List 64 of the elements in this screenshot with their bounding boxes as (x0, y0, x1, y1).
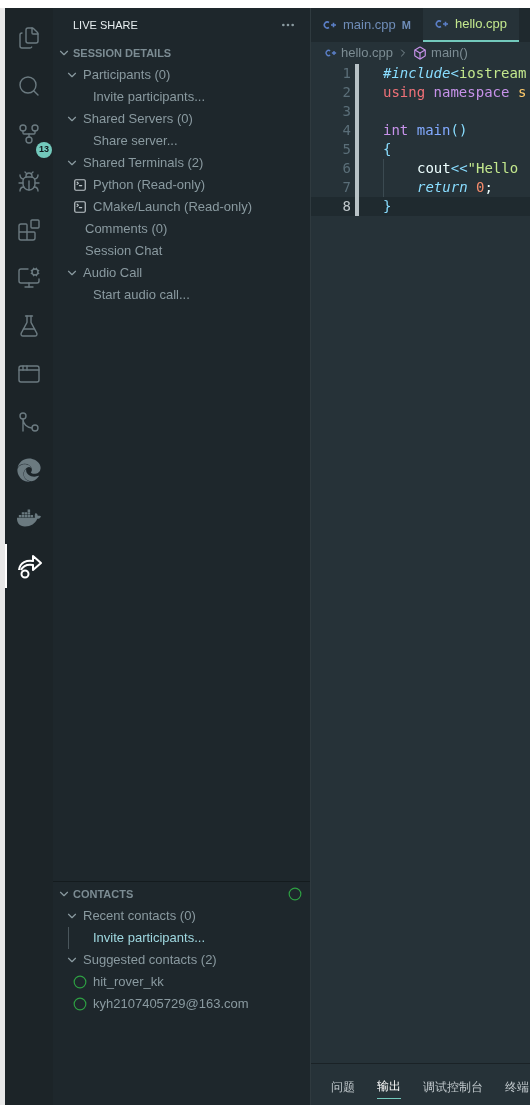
terminal-icon (73, 178, 87, 192)
editor-tab[interactable]: main.cpp M (311, 8, 423, 42)
tree-item[interactable]: Audio Call (83, 263, 143, 283)
line-number: 6 (341, 159, 352, 178)
line-number: 1 (341, 64, 352, 83)
panel-tab[interactable]: 调试控制台 (423, 1078, 483, 1099)
panel-title: LIVE SHARE (73, 17, 139, 33)
cpp-icon (325, 49, 337, 57)
tree-item[interactable]: Comments (0) (85, 219, 168, 239)
code-line: cout<<"Hello (417, 159, 519, 178)
breadcrumb-item[interactable]: hello.cpp (341, 43, 394, 63)
cpp-icon (323, 21, 337, 29)
contact-item[interactable]: hit_rover_kk (93, 972, 164, 992)
status-icon[interactable] (288, 887, 302, 901)
cube-icon (413, 46, 428, 60)
editor-tab[interactable]: hello.cpp (422, 8, 519, 42)
breadcrumb-item[interactable]: main() (431, 43, 468, 63)
tree-item[interactable]: Start audio call... (93, 285, 190, 305)
code-line: int main() (383, 121, 468, 140)
share-icon (15, 552, 43, 580)
line-number: 8 (341, 197, 352, 216)
branch-icon[interactable] (17, 122, 41, 146)
code-line: } (383, 197, 392, 216)
monitor-icon[interactable] (17, 266, 41, 290)
search-icon[interactable] (17, 74, 41, 98)
status-icon (73, 975, 87, 989)
tree-item[interactable]: CMake/Launch (Read-only) (93, 197, 252, 217)
code-line: return 0; (417, 178, 493, 197)
bug-icon[interactable] (17, 170, 41, 194)
count-badge: 13 (36, 142, 52, 158)
section-header[interactable]: SESSION DETAILS (73, 44, 302, 62)
tree-item[interactable]: Shared Terminals (2) (83, 153, 204, 173)
line-number: 3 (341, 102, 352, 121)
files-icon[interactable] (17, 26, 41, 50)
tree-item[interactable]: Python (Read-only) (93, 175, 205, 195)
tree-item[interactable]: Suggested contacts (2) (83, 950, 217, 970)
blocks-icon[interactable] (17, 218, 41, 242)
section-header[interactable]: CONTACTS (73, 885, 286, 903)
tree-item[interactable]: Share server... (93, 131, 178, 151)
wave-icon[interactable] (17, 458, 41, 482)
contact-item[interactable]: kyh2107405729@163.com (93, 994, 249, 1014)
merge-icon[interactable] (17, 410, 41, 434)
window-icon[interactable] (17, 362, 41, 386)
panel-tab[interactable]: 输出 (377, 1077, 401, 1099)
tree-item[interactable]: Recent contacts (0) (83, 906, 196, 926)
panel-tab[interactable]: 终端 (505, 1078, 529, 1099)
line-number: 5 (341, 140, 352, 159)
terminal-icon (73, 200, 87, 214)
flask-icon[interactable] (17, 314, 41, 338)
line-number: 4 (341, 121, 352, 140)
tree-item[interactable]: Participants (0) (83, 65, 171, 85)
cpp-icon (434, 20, 449, 28)
code-line: #include<iostream (383, 64, 527, 83)
code-line: { (383, 140, 392, 159)
whale-icon[interactable] (17, 506, 41, 530)
panel-tab[interactable]: 问题 (331, 1078, 355, 1099)
line-number: 2 (341, 83, 352, 102)
status-icon (73, 997, 87, 1011)
tree-item[interactable]: Invite participants... (93, 87, 205, 107)
line-number: 7 (341, 178, 352, 197)
tree-item[interactable]: Shared Servers (0) (83, 109, 193, 129)
invite-link[interactable]: Invite participants... (93, 928, 205, 948)
tree-item[interactable]: Session Chat (85, 241, 163, 261)
code-line: using namespace s (383, 83, 527, 102)
